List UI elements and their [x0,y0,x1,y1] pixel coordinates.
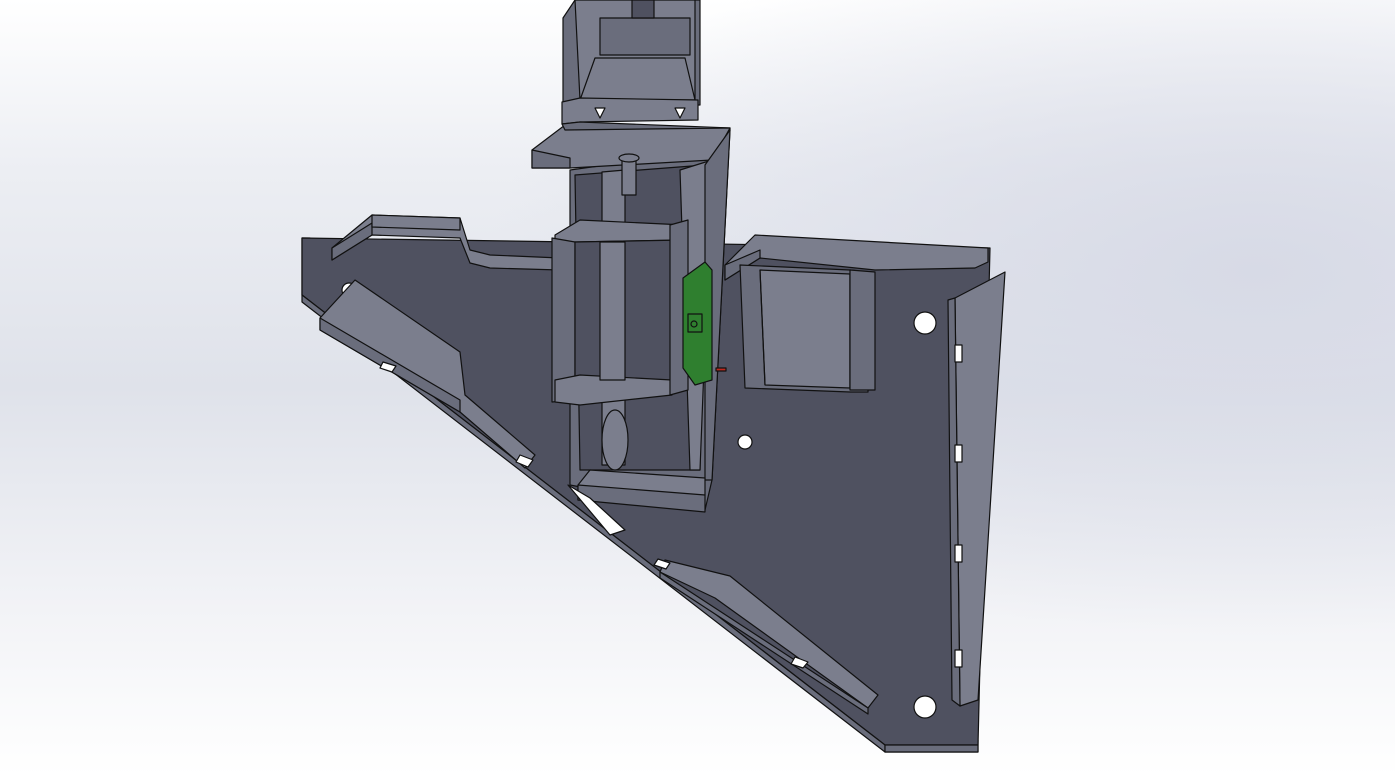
lead-screw-end [601,409,629,471]
cad-model[interactable] [0,0,1395,776]
pcb-marker [715,367,727,372]
stepper-motor-top[interactable] [561,0,731,131]
pcb-component [687,313,703,333]
mounting-hole [913,311,937,335]
stepper-motor-right[interactable] [739,264,876,393]
slider-carriage[interactable] [551,219,689,406]
cad-viewport[interactable] [0,0,1395,776]
rail-right-vertical[interactable] [947,271,1006,707]
mounting-hole [737,434,753,450]
mounting-hole [913,695,937,719]
